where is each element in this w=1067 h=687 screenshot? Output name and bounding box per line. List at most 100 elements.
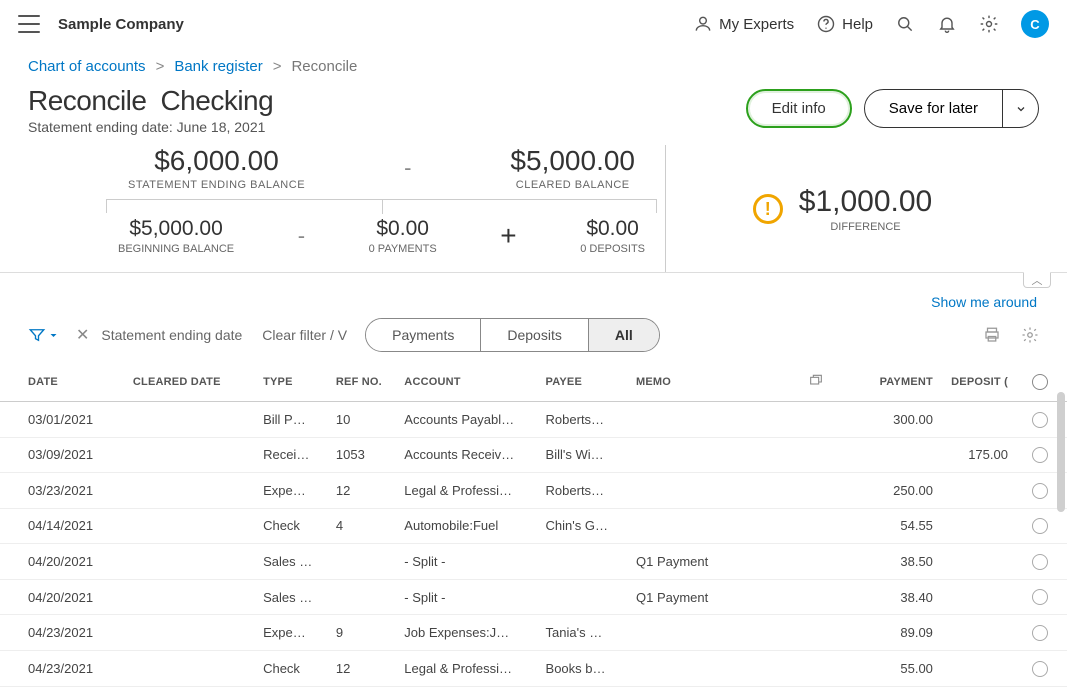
tab-group: Payments Deposits All <box>365 318 660 352</box>
cell-select[interactable] <box>1014 544 1067 580</box>
cell-cleared-date <box>127 402 257 438</box>
cell-payee: Chin's G… <box>540 508 630 544</box>
table-row[interactable]: 03/09/2021Recei…1053Accounts Receiv…Bill… <box>0 437 1067 473</box>
cell-payment: 54.55 <box>857 508 939 544</box>
col-account[interactable]: ACCOUNT <box>398 362 539 402</box>
col-payee[interactable]: PAYEE <box>540 362 630 402</box>
cell-deposit <box>939 615 1014 651</box>
col-deposit[interactable]: DEPOSIT ( <box>939 362 1014 402</box>
cell-payment: 55.00 <box>857 650 939 686</box>
minus-operator: - <box>386 155 429 181</box>
table-row[interactable]: 04/23/2021Expe…9Job Expenses:J…Tania's …… <box>0 615 1067 651</box>
menu-icon[interactable] <box>18 15 40 33</box>
cell-payee: Roberts… <box>540 402 630 438</box>
cell-ref: 9 <box>330 615 398 651</box>
table-row[interactable]: 04/20/2021Sales …- Split -Q1 Payment38.4… <box>0 579 1067 615</box>
cell-ref: 4 <box>330 508 398 544</box>
difference: $1,000.00 DIFFERENCE <box>799 185 932 233</box>
cell-memo <box>630 650 802 686</box>
avatar[interactable]: C <box>1021 10 1049 38</box>
breadcrumb-chart[interactable]: Chart of accounts <box>28 58 146 75</box>
col-ref-no[interactable]: REF NO. <box>330 362 398 402</box>
breadcrumb-current: Reconcile <box>291 58 357 75</box>
col-type[interactable]: TYPE <box>257 362 330 402</box>
statement-ending-balance: $6,000.00 STATEMENT ENDING BALANCE <box>128 145 305 191</box>
transactions-table: DATE CLEARED DATE TYPE REF NO. ACCOUNT P… <box>0 362 1067 687</box>
cell-select[interactable] <box>1014 508 1067 544</box>
gear-icon[interactable] <box>979 14 999 34</box>
cell-memo <box>630 473 802 509</box>
scrollbar[interactable] <box>1057 392 1065 512</box>
cell-ref <box>330 544 398 580</box>
cell-multi <box>802 508 857 544</box>
cell-select[interactable] <box>1014 615 1067 651</box>
cell-cleared-date <box>127 650 257 686</box>
account-name: Checking <box>160 85 273 116</box>
print-icon[interactable] <box>983 326 1001 344</box>
col-multi[interactable] <box>802 362 857 402</box>
cell-ref: 12 <box>330 473 398 509</box>
cell-multi <box>802 437 857 473</box>
cell-account: Job Expenses:J… <box>398 615 539 651</box>
cell-payee: Tania's … <box>540 615 630 651</box>
table-row[interactable]: 03/23/2021Expe…12Legal & Professi…Robert… <box>0 473 1067 509</box>
search-icon[interactable] <box>895 14 915 34</box>
clear-chip-button[interactable]: ✕ <box>76 325 89 345</box>
cell-payment: 89.09 <box>857 615 939 651</box>
cell-deposit: 175.00 <box>939 437 1014 473</box>
beginning-balance: $5,000.00 BEGINNING BALANCE <box>118 217 234 255</box>
cell-type: Bill P… <box>257 402 330 438</box>
breadcrumb-register[interactable]: Bank register <box>174 58 262 75</box>
cell-ref: 10 <box>330 402 398 438</box>
tab-deposits[interactable]: Deposits <box>480 319 587 351</box>
my-experts-label: My Experts <box>719 16 794 33</box>
cell-memo <box>630 437 802 473</box>
col-cleared-date[interactable]: CLEARED DATE <box>127 362 257 402</box>
cell-select[interactable] <box>1014 579 1067 615</box>
my-experts-link[interactable]: My Experts <box>693 14 794 34</box>
bell-icon[interactable] <box>937 14 957 34</box>
tab-payments[interactable]: Payments <box>366 319 480 351</box>
cell-select[interactable] <box>1014 650 1067 686</box>
page-title: ReconcileChecking <box>28 85 273 117</box>
cell-cleared-date <box>127 579 257 615</box>
edit-info-button[interactable]: Edit info <box>746 89 852 128</box>
collapse-toggle[interactable]: ︿ <box>1023 272 1051 288</box>
save-dropdown-button[interactable] <box>1003 89 1039 128</box>
cell-type: Check <box>257 650 330 686</box>
cell-type: Sales … <box>257 579 330 615</box>
table-row[interactable]: 04/23/2021Check12Legal & Professi…Books … <box>0 650 1067 686</box>
cell-payment: 300.00 <box>857 402 939 438</box>
cell-cleared-date <box>127 544 257 580</box>
col-memo[interactable]: MEMO <box>630 362 802 402</box>
col-date[interactable]: DATE <box>0 362 127 402</box>
cell-account: Legal & Professi… <box>398 473 539 509</box>
cell-ref <box>330 579 398 615</box>
table-row[interactable]: 04/20/2021Sales …- Split -Q1 Payment38.5… <box>0 544 1067 580</box>
table-row[interactable]: 03/01/2021Bill P…10Accounts Payabl…Rober… <box>0 402 1067 438</box>
chevron-down-icon <box>1015 103 1027 115</box>
filter-button[interactable] <box>28 326 58 344</box>
cell-account: Automobile:Fuel <box>398 508 539 544</box>
tab-all[interactable]: All <box>588 319 659 351</box>
cell-payment: 38.50 <box>857 544 939 580</box>
col-payment[interactable]: PAYMENT <box>857 362 939 402</box>
settings-icon[interactable] <box>1021 326 1039 344</box>
table-row[interactable]: 04/14/2021Check4Automobile:FuelChin's G…… <box>0 508 1067 544</box>
cell-payment: 38.40 <box>857 579 939 615</box>
cell-account: Accounts Payabl… <box>398 402 539 438</box>
cell-date: 04/23/2021 <box>0 650 127 686</box>
show-me-around-link[interactable]: Show me around <box>931 294 1039 310</box>
cell-memo <box>630 615 802 651</box>
minus-operator: - <box>280 223 323 249</box>
save-for-later-button[interactable]: Save for later <box>864 89 1003 128</box>
help-link[interactable]: Help <box>816 14 873 34</box>
cell-payment: 250.00 <box>857 473 939 509</box>
cell-date: 04/14/2021 <box>0 508 127 544</box>
cell-multi <box>802 650 857 686</box>
clear-filter-link[interactable]: Clear filter / V <box>262 327 347 343</box>
cell-date: 04/20/2021 <box>0 579 127 615</box>
payments-total: $0.00 0 PAYMENTS <box>369 217 437 255</box>
cell-deposit <box>939 544 1014 580</box>
cell-payment <box>857 437 939 473</box>
